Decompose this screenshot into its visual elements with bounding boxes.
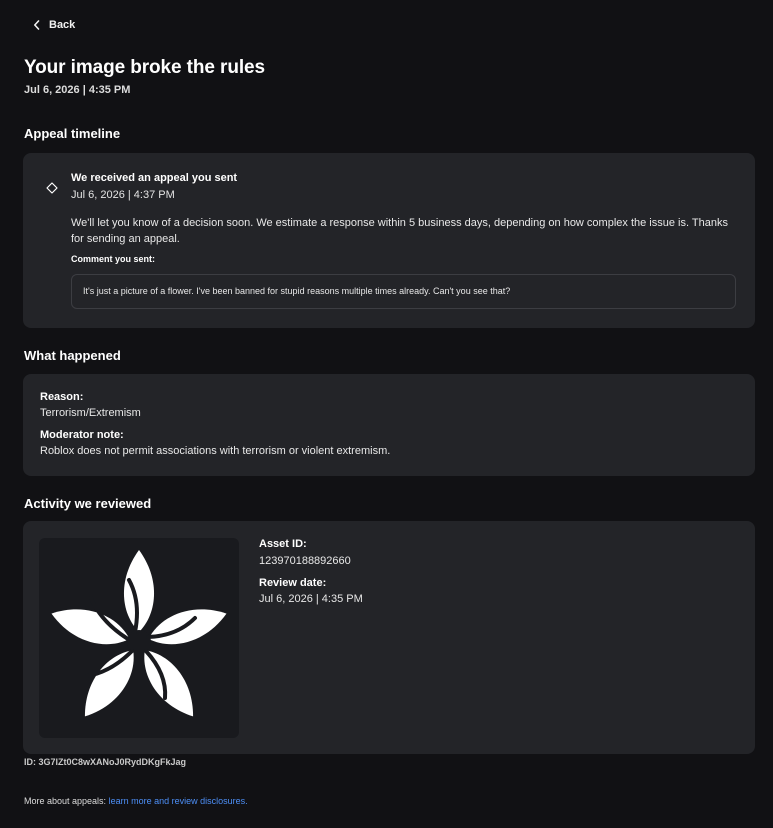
moderator-note-value: Roblox does not permit associations with… [40, 445, 391, 457]
asset-id-label: Asset ID: [259, 538, 307, 550]
reason-value: Terrorism/Extremism [40, 407, 141, 419]
case-id: ID: 3G7lZt0C8wXANoJ0RydDKgFkJag [24, 757, 187, 767]
asset-id-value: 123970188892660 [259, 555, 351, 567]
chevron-left-icon [33, 20, 40, 30]
review-date-label: Review date: [259, 577, 327, 589]
reason-label: Reason: [40, 391, 84, 403]
timeline-event-body: We'll let you know of a decision soon. W… [71, 217, 728, 245]
more-about-appeals: More about appeals: learn more and revie… [24, 796, 248, 806]
timeline-event-title: We received an appeal you sent [71, 172, 238, 184]
back-label: Back [49, 19, 76, 31]
timeline-event-date: Jul 6, 2026 | 4:37 PM [71, 189, 175, 201]
what-happened-card: Reason: Terrorism/Extremism Moderator no… [23, 374, 755, 476]
page-title: Your image broke the rules [24, 57, 265, 78]
page-date: Jul 6, 2026 | 4:35 PM [24, 84, 131, 96]
review-date-value: Jul 6, 2026 | 4:35 PM [259, 593, 363, 605]
comment-box: It's just a picture of a flower. I've be… [71, 274, 736, 309]
diamond-outline-icon [46, 181, 58, 194]
learn-more-link[interactable]: learn more and review disclosures. [109, 796, 248, 806]
activity-heading: Activity we reviewed [24, 496, 152, 511]
appeal-timeline-card: We received an appeal you sent Jul 6, 20… [23, 153, 755, 328]
more-about-prefix: More about appeals: [24, 796, 107, 806]
what-happened-heading: What happened [24, 348, 121, 363]
activity-card: Asset ID: 123970188892660 Review date: J… [23, 521, 755, 754]
back-button[interactable]: Back [33, 15, 75, 35]
comment-text: It's just a picture of a flower. I've be… [83, 286, 511, 296]
appeal-timeline-heading: Appeal timeline [24, 126, 121, 141]
flower-image [46, 550, 232, 726]
moderator-note-label: Moderator note: [40, 429, 124, 441]
asset-thumbnail [39, 538, 239, 738]
comment-label: Comment you sent: [71, 254, 156, 264]
